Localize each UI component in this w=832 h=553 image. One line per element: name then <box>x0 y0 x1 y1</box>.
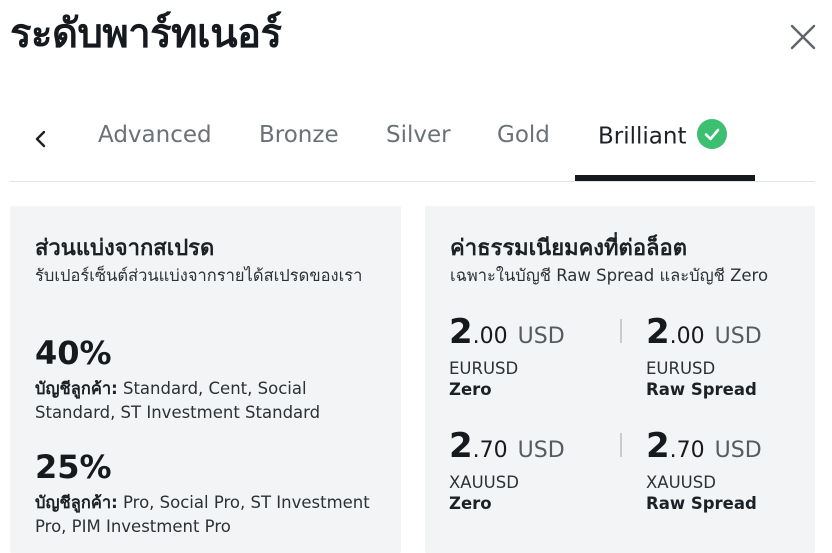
chevron-left-icon <box>35 130 46 148</box>
fixed-fee-card: ค่าธรรมเนียมคงที่ต่อล็อต เฉพาะในบัญชี Ra… <box>425 206 815 553</box>
tier-percent: 40% <box>35 334 112 372</box>
divider <box>620 319 622 343</box>
page-title: ระดับพาร์ทเนอร์ <box>10 11 282 57</box>
fee-item: 2.00 USD EURUSD Zero <box>449 312 619 399</box>
fee-item: 2.70 USD XAUUSD Zero <box>449 426 619 513</box>
tab-silver[interactable]: Silver <box>386 122 451 148</box>
fee-item: 2.70 USD XAUUSD Raw Spread <box>646 426 816 513</box>
tier-accounts: บัญชีลูกค้า: Standard, Cent, Social Stan… <box>35 377 380 425</box>
tier-tabs: Advanced Bronze Silver Gold Brilliant <box>10 112 815 182</box>
spread-share-card: ส่วนแบ่งจากสเปรด รับเปอร์เซ็นต์ส่วนแบ่งจ… <box>10 206 401 553</box>
tab-bronze[interactable]: Bronze <box>259 122 339 148</box>
fee-item: 2.00 USD EURUSD Raw Spread <box>646 312 816 399</box>
tier-accounts: บัญชีลูกค้า: Pro, Social Pro, ST Investm… <box>35 491 380 539</box>
fee-account: Zero <box>449 494 492 513</box>
spread-share-title: ส่วนแบ่งจากสเปรด <box>35 236 215 261</box>
fee-amount: 2.70 USD <box>449 426 565 466</box>
fee-symbol: XAUUSD <box>646 473 716 492</box>
fee-amount: 2.00 USD <box>646 312 762 352</box>
fee-symbol: EURUSD <box>449 359 519 378</box>
active-tab-indicator <box>575 175 755 181</box>
tab-advanced[interactable]: Advanced <box>98 122 212 148</box>
fee-account: Zero <box>449 380 492 399</box>
accounts-label: บัญชีลูกค้า: <box>35 493 118 512</box>
tab-brilliant[interactable]: Brilliant <box>598 119 727 152</box>
accounts-label: บัญชีลูกค้า: <box>35 379 118 398</box>
close-icon <box>790 24 816 50</box>
tier-percent: 25% <box>35 448 112 486</box>
fixed-fee-subtitle: เฉพาะในบัญชี Raw Spread และบัญชี Zero <box>450 266 769 285</box>
tab-brilliant-label: Brilliant <box>598 123 687 150</box>
divider <box>620 433 622 457</box>
fee-symbol: EURUSD <box>646 359 716 378</box>
tab-gold[interactable]: Gold <box>497 122 550 148</box>
check-circle-icon <box>696 119 727 149</box>
fixed-fee-title: ค่าธรรมเนียมคงที่ต่อล็อต <box>450 236 688 261</box>
spread-share-subtitle: รับเปอร์เซ็นต์ส่วนแบ่งจากรายได้สเปรดของเ… <box>35 266 363 285</box>
tabs-prev-button[interactable] <box>30 128 52 150</box>
fee-account: Raw Spread <box>646 380 757 399</box>
close-button[interactable] <box>786 20 820 54</box>
fee-symbol: XAUUSD <box>449 473 519 492</box>
fee-account: Raw Spread <box>646 494 757 513</box>
fee-amount: 2.70 USD <box>646 426 762 466</box>
fee-amount: 2.00 USD <box>449 312 565 352</box>
